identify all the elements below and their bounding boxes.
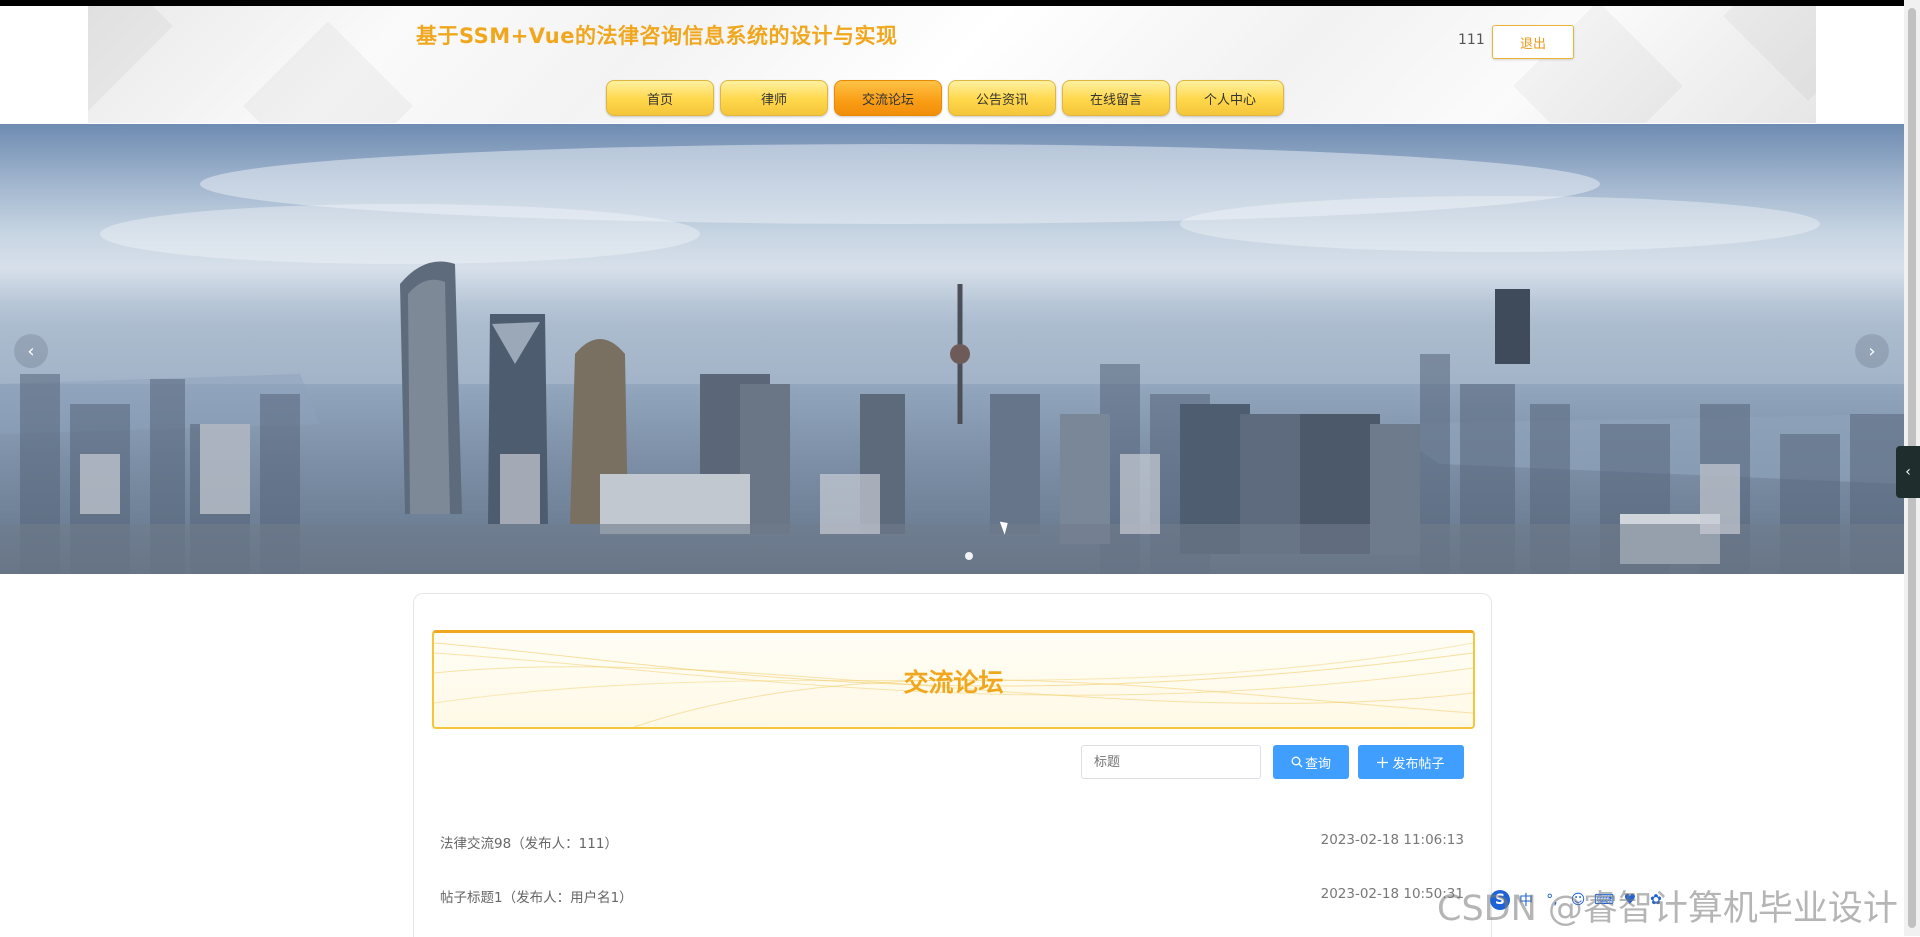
- section-title: 交流论坛: [903, 668, 1004, 697]
- nav-home[interactable]: 首页: [606, 80, 714, 116]
- post-list-item[interactable]: 帖子标题1（发布人：用户名1） 2023-02-18 10:50:31: [440, 886, 1464, 906]
- query-button[interactable]: 查询: [1273, 745, 1349, 779]
- city-skyline-image: [0, 144, 1904, 574]
- chevron-left-icon: ‹: [27, 340, 35, 362]
- chevron-left-icon: ‹: [1905, 464, 1911, 480]
- carousel-next-button[interactable]: ›: [1855, 334, 1889, 368]
- search-icon: [1291, 756, 1303, 768]
- title-search-input[interactable]: [1081, 745, 1261, 779]
- post-list-item[interactable]: 法律交流98（发布人：111） 2023-02-18 11:06:13: [440, 832, 1464, 852]
- header-decoration: [1723, 6, 1816, 101]
- publish-post-button[interactable]: 发布帖子: [1358, 745, 1464, 779]
- chevron-right-icon: ›: [1868, 340, 1876, 362]
- nav-announcements[interactable]: 公告资讯: [948, 80, 1056, 116]
- carousel-indicator[interactable]: [965, 552, 973, 560]
- nav-messages[interactable]: 在线留言: [1062, 80, 1170, 116]
- carousel-banner: [0, 124, 1904, 574]
- header-decoration: [1513, 6, 1683, 123]
- section-header: 交流论坛: [432, 630, 1475, 729]
- main-nav: 首页 律师 交流论坛 公告资讯 在线留言 个人中心: [606, 80, 1284, 116]
- logout-button[interactable]: 退出: [1492, 25, 1574, 59]
- plus-icon: [1377, 756, 1389, 768]
- nav-forum[interactable]: 交流论坛: [834, 80, 942, 116]
- carousel-prev-button[interactable]: ‹: [14, 334, 48, 368]
- csdn-watermark: CSDN @睿智计算机毕业设计: [1437, 889, 1898, 929]
- nav-lawyers[interactable]: 律师: [720, 80, 828, 116]
- current-user-name: 111: [1458, 32, 1485, 48]
- header-decoration: [88, 6, 173, 111]
- post-title[interactable]: 法律交流98（发布人：111）: [440, 832, 618, 852]
- site-title: 基于SSM+Vue的法律咨询信息系统的设计与实现: [416, 24, 898, 48]
- side-panel-toggle[interactable]: ‹: [1896, 446, 1920, 498]
- post-time: 2023-02-18 11:06:13: [1320, 832, 1464, 848]
- post-title[interactable]: 帖子标题1（发布人：用户名1）: [440, 886, 633, 906]
- publish-post-label: 发布帖子: [1392, 756, 1445, 772]
- header-decoration: [243, 21, 413, 123]
- nav-personal-center[interactable]: 个人中心: [1176, 80, 1284, 116]
- query-button-label: 查询: [1304, 756, 1331, 772]
